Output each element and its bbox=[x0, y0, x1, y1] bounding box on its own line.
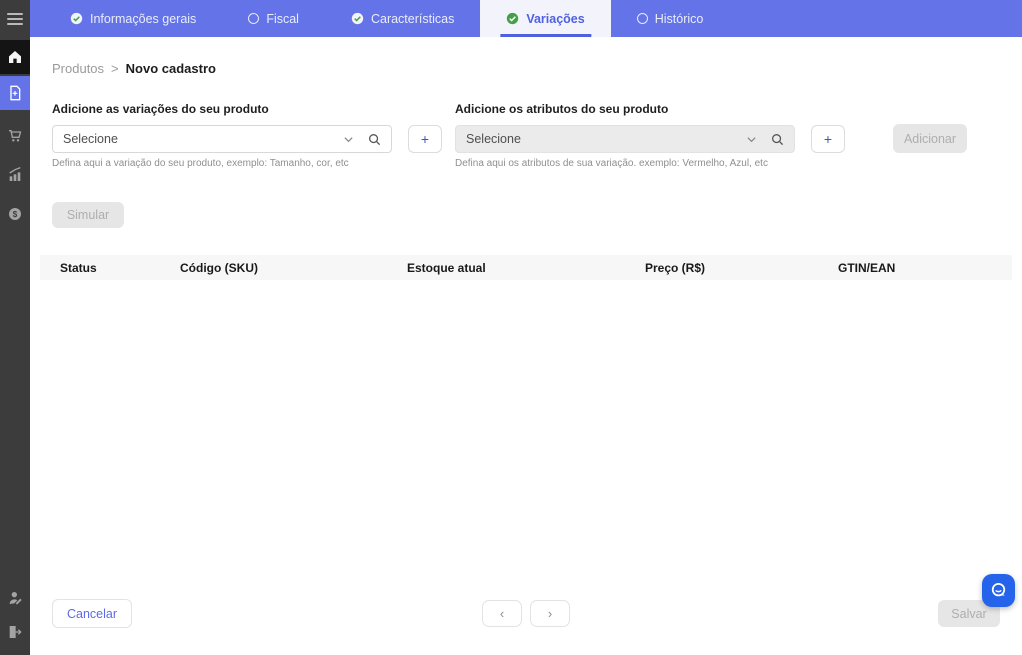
main-area: Informações gerais Fiscal Característica… bbox=[30, 0, 1022, 655]
pagination: ‹ › bbox=[482, 600, 570, 627]
column-header-gtin: GTIN/EAN bbox=[838, 261, 895, 275]
chevron-down-icon bbox=[746, 134, 757, 145]
check-circle-icon bbox=[351, 12, 364, 25]
previous-page-button[interactable]: ‹ bbox=[482, 600, 522, 627]
column-header-preco: Preço (R$) bbox=[645, 261, 705, 275]
attributes-field: Adicione os atributos do seu produto Sel… bbox=[455, 102, 845, 169]
attributes-helper-text: Defina aqui os atributos de sua variação… bbox=[455, 158, 845, 169]
breadcrumb: Produtos > Novo cadastro bbox=[52, 61, 1022, 76]
attributes-label: Adicione os atributos do seu produto bbox=[455, 102, 845, 116]
hamburger-icon bbox=[7, 18, 23, 20]
check-circle-icon bbox=[70, 12, 83, 25]
tab-label: Histórico bbox=[655, 12, 704, 26]
wizard-tab-bar: Informações gerais Fiscal Característica… bbox=[30, 0, 1022, 37]
sidebar-item-purchases[interactable] bbox=[0, 119, 30, 153]
tab-informacoes-gerais[interactable]: Informações gerais bbox=[44, 0, 222, 37]
variations-field: Adicione as variações do seu produto Sel… bbox=[52, 102, 442, 169]
variations-select-value: Selecione bbox=[63, 132, 118, 146]
breadcrumb-separator: > bbox=[111, 61, 119, 76]
tab-label: Informações gerais bbox=[90, 12, 196, 26]
circle-outline-icon bbox=[248, 13, 259, 24]
sidebar-item-account[interactable] bbox=[0, 581, 30, 615]
tab-label: Variações bbox=[526, 12, 584, 26]
variations-select[interactable]: Selecione bbox=[52, 125, 392, 153]
content-panel: Produtos > Novo cadastro Adicione as var… bbox=[30, 37, 1022, 655]
file-plus-icon bbox=[7, 85, 23, 101]
check-circle-icon bbox=[506, 12, 519, 25]
sidebar-item-logout[interactable] bbox=[0, 615, 30, 649]
sidebar: $ bbox=[0, 0, 30, 655]
breadcrumb-current: Novo cadastro bbox=[126, 61, 216, 76]
home-icon bbox=[7, 49, 23, 65]
cancelar-button[interactable]: Cancelar bbox=[52, 599, 132, 628]
column-header-status: Status bbox=[60, 261, 97, 275]
tab-label: Características bbox=[371, 12, 454, 26]
variations-table-header: Status Código (SKU) Estoque atual Preço … bbox=[40, 255, 1012, 280]
logout-icon bbox=[7, 624, 23, 640]
adicionar-button[interactable]: Adicionar bbox=[893, 124, 967, 153]
footer-action-bar: Cancelar ‹ › Salvar bbox=[30, 598, 1022, 628]
attributes-select-value: Selecione bbox=[466, 132, 521, 146]
tab-fiscal[interactable]: Fiscal bbox=[222, 0, 325, 37]
svg-text:$: $ bbox=[13, 210, 18, 219]
shopping-cart-icon bbox=[7, 128, 23, 144]
tab-variacoes[interactable]: Variações bbox=[480, 0, 610, 37]
add-attribute-button[interactable]: + bbox=[811, 125, 845, 153]
dollar-coin-icon: $ bbox=[7, 206, 23, 222]
hamburger-icon bbox=[7, 13, 23, 15]
chevron-down-icon bbox=[343, 134, 354, 145]
chat-launcher-button[interactable] bbox=[982, 574, 1015, 607]
sidebar-item-finance[interactable]: $ bbox=[0, 197, 30, 231]
attributes-select[interactable]: Selecione bbox=[455, 125, 795, 153]
sidebar-item-home[interactable] bbox=[0, 40, 30, 74]
simular-button[interactable]: Simular bbox=[52, 202, 124, 228]
user-edit-icon bbox=[7, 590, 23, 606]
variation-form-row: Adicione as variações do seu produto Sel… bbox=[52, 102, 967, 169]
breadcrumb-produtos[interactable]: Produtos bbox=[52, 61, 104, 76]
column-header-estoque: Estoque atual bbox=[407, 261, 486, 275]
column-header-sku: Código (SKU) bbox=[180, 261, 258, 275]
sales-chart-icon bbox=[7, 167, 23, 183]
chat-bubble-icon bbox=[988, 580, 1009, 601]
add-variation-button[interactable]: + bbox=[408, 125, 442, 153]
tab-caracteristicas[interactable]: Características bbox=[325, 0, 480, 37]
search-icon[interactable] bbox=[771, 133, 784, 146]
next-page-button[interactable]: › bbox=[530, 600, 570, 627]
app-window: $ Informações gerais bbox=[0, 0, 1022, 655]
sidebar-item-product-registration[interactable] bbox=[0, 76, 30, 110]
menu-toggle-button[interactable] bbox=[0, 0, 30, 37]
sidebar-item-sales[interactable] bbox=[0, 158, 30, 192]
circle-outline-icon bbox=[637, 13, 648, 24]
variations-label: Adicione as variações do seu produto bbox=[52, 102, 442, 116]
tab-historico[interactable]: Histórico bbox=[611, 0, 730, 37]
tab-label: Fiscal bbox=[266, 12, 299, 26]
hamburger-icon bbox=[7, 23, 23, 25]
search-icon[interactable] bbox=[368, 133, 381, 146]
variations-helper-text: Defina aqui a variação do seu produto, e… bbox=[52, 158, 442, 169]
